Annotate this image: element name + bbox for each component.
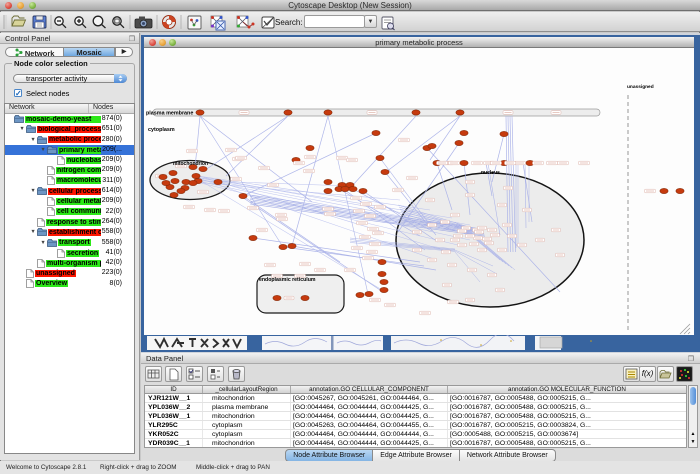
- svg-text:plasma membrane: plasma membrane: [146, 111, 193, 117]
- svg-text:mitochondrion: mitochondrion: [173, 161, 208, 167]
- svg-text:nucleus: nucleus: [481, 170, 500, 176]
- svg-text:cytoplasm: cytoplasm: [148, 127, 175, 133]
- svg-text:unassigned: unassigned: [627, 84, 654, 90]
- svg-text:endoplasmic reticulum: endoplasmic reticulum: [259, 277, 316, 283]
